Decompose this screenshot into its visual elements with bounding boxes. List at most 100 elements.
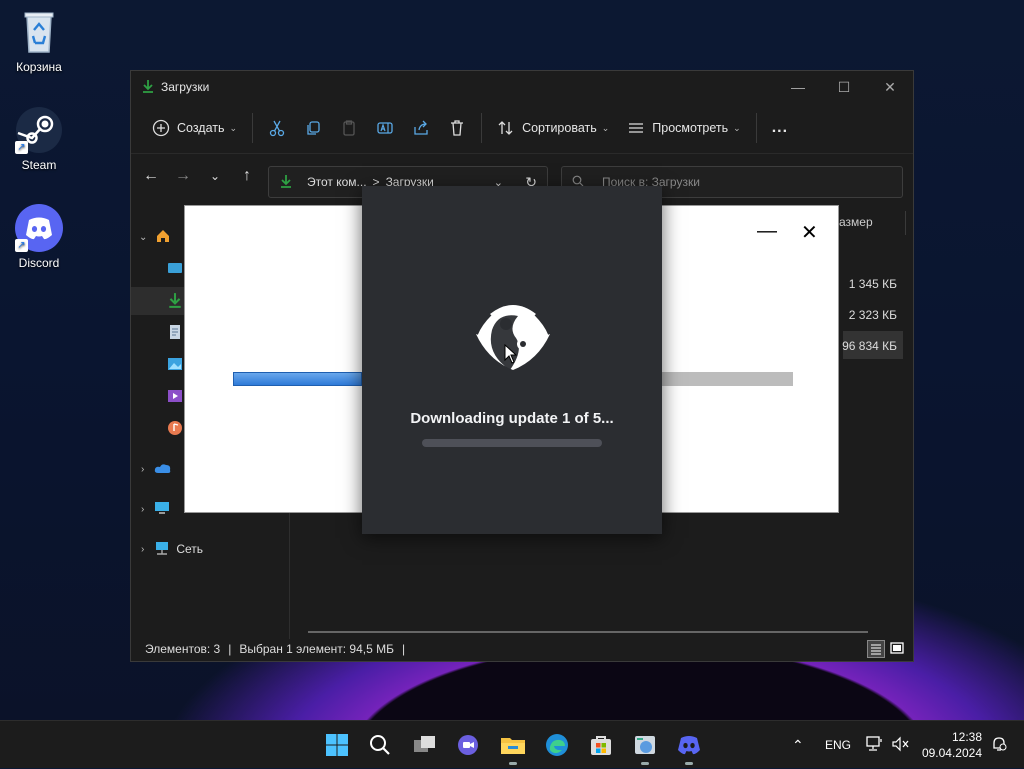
document-icon xyxy=(167,324,183,343)
home-icon xyxy=(155,228,171,247)
close-button[interactable]: ✕ xyxy=(867,71,913,103)
clock-time[interactable]: 12:38 xyxy=(952,730,982,744)
desktop-icon-discord[interactable]: ↗ Discord xyxy=(4,204,74,270)
recent-locations-button[interactable]: ⌄ xyxy=(199,169,231,183)
share-button[interactable] xyxy=(403,111,439,145)
maximize-button[interactable]: ☐ xyxy=(821,71,867,103)
store-button[interactable] xyxy=(585,729,617,761)
control-panel-icon xyxy=(635,736,655,754)
sort-label: Сортировать xyxy=(522,121,597,135)
installer-minimize-button[interactable]: — xyxy=(757,220,777,243)
volume-muted-icon[interactable] xyxy=(892,736,910,755)
rename-icon xyxy=(377,122,393,134)
horizontal-scrollbar[interactable] xyxy=(308,631,868,633)
edge-button[interactable] xyxy=(541,729,573,761)
scissors-icon xyxy=(269,120,285,137)
paste-button[interactable] xyxy=(331,111,367,145)
trash-icon xyxy=(451,120,464,136)
discord-icon: ↗ xyxy=(15,204,63,252)
installer-progress-fill xyxy=(233,372,362,386)
chat-button[interactable] xyxy=(452,729,484,761)
installer-close-button[interactable]: ✕ xyxy=(801,220,818,245)
status-separator: | xyxy=(401,642,406,656)
music-icon xyxy=(167,420,183,439)
mouse-cursor-icon xyxy=(504,343,518,369)
show-hidden-icons-button[interactable]: ⌃ xyxy=(792,737,804,754)
cloud-icon xyxy=(154,462,172,477)
file-size: 96 834 КБ xyxy=(842,339,897,353)
copy-button[interactable] xyxy=(295,111,331,145)
download-icon xyxy=(141,79,155,96)
tiles-view-button[interactable] xyxy=(889,640,907,658)
running-indicator xyxy=(509,762,517,765)
sort-button[interactable]: Сортировать ⌄ xyxy=(488,111,618,145)
folder-icon xyxy=(501,738,525,754)
sidebar-item-network[interactable]: › Сеть xyxy=(131,535,289,563)
minimize-button[interactable]: — xyxy=(775,71,821,103)
network-status-icon[interactable] xyxy=(866,735,884,755)
view-label: Просмотреть xyxy=(652,121,729,135)
details-view-button[interactable] xyxy=(867,640,885,658)
window-title: Загрузки xyxy=(161,80,210,94)
rename-button[interactable] xyxy=(367,111,403,145)
steam-icon: ↗ xyxy=(15,106,63,154)
download-icon xyxy=(279,174,293,191)
plus-circle-icon xyxy=(152,119,170,137)
chevron-down-icon: ⌄ xyxy=(229,122,238,133)
share-icon xyxy=(414,120,428,135)
file-explorer-taskbar-button[interactable] xyxy=(497,729,529,765)
store-icon xyxy=(591,736,611,755)
update-progress-bar xyxy=(422,439,602,447)
search-icon xyxy=(370,735,390,755)
chevron-down-icon: ⌄ xyxy=(733,122,741,133)
notifications-icon[interactable] xyxy=(990,735,1008,756)
edge-icon xyxy=(546,734,568,756)
chat-icon xyxy=(458,735,478,755)
running-indicator xyxy=(641,762,649,765)
task-view-button[interactable] xyxy=(409,729,441,761)
shortcut-arrow-icon: ↗ xyxy=(15,141,28,154)
task-view-icon xyxy=(414,736,435,752)
search-button[interactable] xyxy=(364,729,396,761)
control-panel-button[interactable] xyxy=(629,729,661,765)
status-separator: | xyxy=(228,642,232,656)
forward-button[interactable]: → xyxy=(167,167,199,185)
explorer-toolbar: Создать ⌄ Сортировать ⌄ Просмотреть ⌄ ..… xyxy=(131,103,913,154)
delete-button[interactable] xyxy=(439,111,475,145)
chevron-down-icon: ⌄ xyxy=(601,122,610,133)
clipboard-icon xyxy=(343,120,355,136)
running-indicator xyxy=(685,762,693,765)
cut-button[interactable] xyxy=(259,111,295,145)
up-button[interactable]: ↑ xyxy=(231,167,263,185)
clock-date[interactable]: 09.04.2024 xyxy=(922,746,982,760)
download-icon xyxy=(167,292,183,311)
desktop-icon-steam[interactable]: ↗ Steam xyxy=(4,106,74,172)
start-button[interactable] xyxy=(321,729,353,761)
network-icon xyxy=(154,540,170,559)
desktop-icon-recycle-bin[interactable]: Корзина xyxy=(4,8,74,74)
more-options-button[interactable]: ... xyxy=(763,111,797,145)
chevron-right-icon: › xyxy=(141,503,145,515)
windows-logo-icon xyxy=(326,734,348,756)
file-size: 1 345 КБ xyxy=(848,277,897,291)
video-icon xyxy=(167,388,183,407)
view-button[interactable]: Просмотреть ⌄ xyxy=(618,111,749,145)
column-header-size[interactable]: азмер xyxy=(839,215,873,229)
breadcrumb-this-pc[interactable]: Этот ком... xyxy=(307,175,367,189)
create-label: Создать xyxy=(177,121,225,135)
picture-icon xyxy=(167,356,183,375)
more-icon: ... xyxy=(771,119,789,136)
input-language[interactable]: ENG xyxy=(825,738,851,752)
file-size: 2 323 КБ xyxy=(848,308,897,322)
desktop-icon-label: Discord xyxy=(18,256,60,270)
update-status-text: Downloading update 1 of 5... xyxy=(410,410,614,427)
discord-taskbar-button[interactable] xyxy=(673,729,705,765)
sort-icon xyxy=(498,121,513,135)
create-button[interactable]: Создать ⌄ xyxy=(143,111,246,145)
selection-info: Выбран 1 элемент: 94,5 МБ xyxy=(239,642,394,656)
desktop-folder-icon xyxy=(167,260,183,279)
back-button[interactable]: ← xyxy=(135,167,167,185)
recycle-bin-icon xyxy=(15,8,63,56)
sidebar-item-label: Сеть xyxy=(176,542,204,556)
chevron-right-icon: › xyxy=(141,463,145,475)
